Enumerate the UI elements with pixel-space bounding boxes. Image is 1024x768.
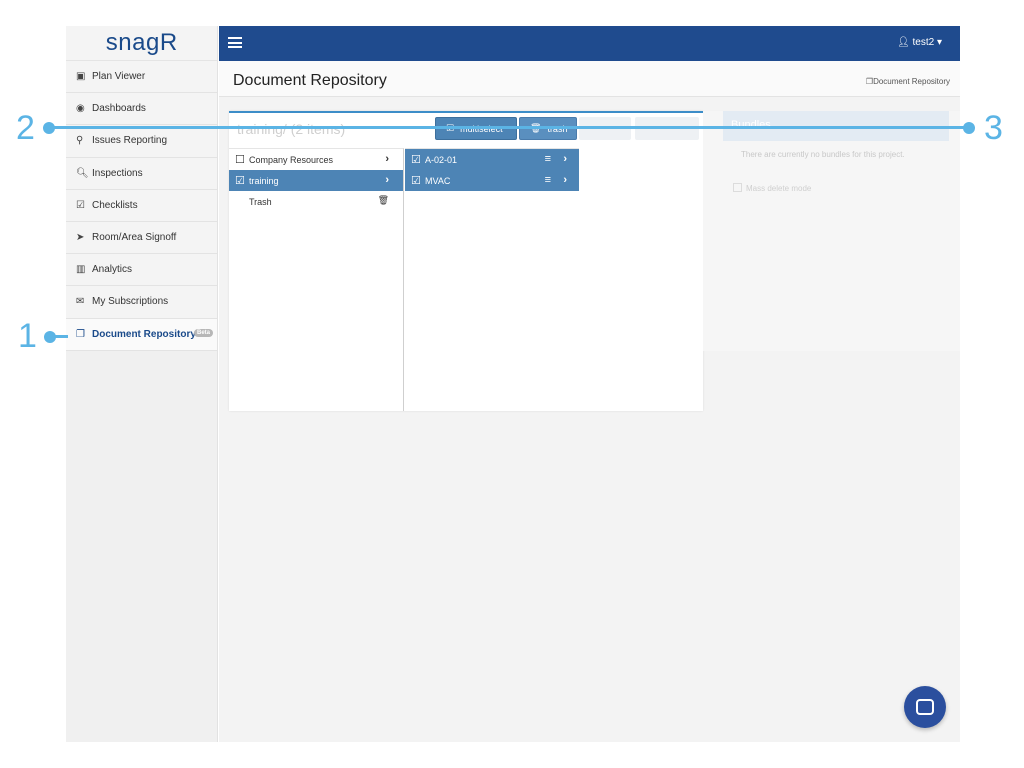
annotation-line-2 — [49, 126, 575, 129]
location-arrow-icon: ➤ — [76, 232, 85, 244]
chat-icon — [916, 699, 934, 715]
sidebar-item-label: Plan Viewer — [92, 71, 146, 83]
chevron-right-icon[interactable]: › — [385, 174, 389, 186]
file-label: MVAC — [425, 175, 451, 186]
sidebar-item-label: Dashboards — [92, 103, 146, 115]
file-list: ☑ A-02-01 ≡ › ☑ MVAC ≡ › — [405, 148, 579, 191]
folder-label: Company Resources — [249, 154, 334, 165]
envelope-icon: ✉ — [76, 296, 85, 308]
snagr-logo[interactable]: snag R — [66, 26, 217, 61]
sidebar: snag R ▣ Plan Viewer ◉ Dashboards ⚲ Issue… — [66, 26, 218, 742]
folder-trash[interactable]: Trash 🗑︎ — [229, 191, 403, 212]
page-header: Document Repository ❐Document Repository — [219, 61, 960, 97]
page-title: Document Repository — [233, 72, 387, 89]
sidebar-item-label: Analytics — [92, 264, 133, 276]
file-row[interactable]: ☑ MVAC ≡ › — [405, 170, 579, 191]
user-menu[interactable]: 👤︎ test2 ▾ — [897, 37, 942, 48]
dashboard-icon: ◉ — [76, 103, 85, 115]
chevron-right-icon[interactable]: › — [563, 153, 567, 165]
repository-panel: training/ (2 items) ☑ multiselect 🗑︎ tra… — [229, 111, 703, 411]
checked-box-icon[interactable]: ☑ — [235, 174, 249, 187]
folder-path-title: training/ (2 items) — [237, 121, 346, 137]
sidebar-item-inspections[interactable]: 🔍︎ Inspections — [66, 157, 217, 190]
breadcrumb[interactable]: ❐Document Repository — [866, 77, 950, 86]
checkbox-icon: ☑ — [76, 199, 85, 211]
sidebar-item-label: My Subscriptions — [92, 296, 169, 308]
chevron-right-icon[interactable]: › — [563, 174, 567, 186]
sidebar-item-label: Checklists — [92, 199, 138, 211]
logo-r: R — [159, 29, 178, 56]
sidebar-item-label: Issues Reporting — [92, 135, 168, 147]
bundles-panel: Bundles There are currently no bundles f… — [703, 111, 960, 351]
sidebar-item-plan-viewer[interactable]: ▣ Plan Viewer — [66, 61, 217, 94]
sidebar-item-document-repository[interactable]: ❐ Document Repository Beta — [66, 318, 217, 351]
checked-box-icon[interactable]: ☑ — [411, 153, 425, 166]
menu-lines-icon[interactable]: ≡ — [545, 153, 551, 165]
unchecked-box-icon[interactable]: ☐ — [235, 153, 249, 166]
sidebar-item-my-subscriptions[interactable]: ✉ My Subscriptions — [66, 286, 217, 319]
sidebar-item-issues-reporting[interactable]: ⚲ Issues Reporting — [66, 125, 217, 158]
sidebar-item-label: Room/Area Signoff — [92, 232, 177, 244]
bar-chart-icon: ▥ — [76, 264, 86, 276]
folder-company-resources[interactable]: ☐ Company Resources › — [229, 149, 403, 170]
checked-box-icon[interactable]: ☑ — [411, 174, 425, 187]
trash-icon: 🗑︎ — [377, 195, 389, 205]
annotation-number-3: 3 — [984, 109, 1003, 147]
annotation-dot-3 — [963, 122, 975, 134]
checkbox-icon[interactable] — [733, 183, 742, 192]
folder-label: training — [249, 175, 279, 186]
folder-tree: ☐ Company Resources › ☑ training › Trash… — [229, 148, 404, 411]
sidebar-item-checklists[interactable]: ☑ Checklists — [66, 189, 217, 222]
app-screen: snag R ▣ Plan Viewer ◉ Dashboards ⚲ Issue… — [0, 0, 1024, 768]
top-navbar: 👤︎ test2 ▾ — [219, 26, 960, 61]
mass-delete-label: Mass delete mode — [746, 184, 812, 193]
folder-label: Trash — [249, 196, 272, 207]
chevron-right-icon[interactable]: › — [385, 153, 389, 165]
user-name: test2 — [912, 37, 935, 48]
copy-icon: ❐ — [76, 328, 85, 340]
main-content: Document Repository ❐Document Repository… — [219, 61, 960, 742]
map-marker-icon: ⚲ — [76, 135, 84, 147]
menu-lines-icon[interactable]: ≡ — [545, 174, 551, 186]
sidebar-item-room-area-signoff[interactable]: ➤ Room/Area Signoff — [66, 221, 217, 255]
beta-badge: Beta — [193, 328, 213, 337]
hamburger-menu-icon[interactable] — [228, 37, 242, 48]
breadcrumb-label: Document Repository — [873, 77, 950, 86]
copy-icon: ❐ — [865, 77, 874, 86]
file-row[interactable]: ☑ A-02-01 ≡ › — [405, 149, 579, 170]
bundles-empty-text: There are currently no bundles for this … — [741, 150, 905, 159]
chat-launcher-button[interactable] — [904, 686, 946, 728]
bundles-title: Bundles — [731, 119, 771, 131]
folder-training[interactable]: ☑ training › — [229, 170, 403, 191]
file-label: A-02-01 — [425, 154, 458, 165]
sidebar-item-dashboards[interactable]: ◉ Dashboards — [66, 93, 217, 126]
annotation-number-2: 2 — [16, 109, 35, 147]
search-icon: 🔍︎ — [76, 167, 89, 179]
sidebar-item-label: Document Repository — [92, 328, 196, 340]
annotation-line-3 — [575, 126, 969, 129]
caret-down-icon: ▾ — [936, 37, 942, 48]
user-icon: 👤︎ — [897, 37, 910, 48]
image-icon: ▣ — [76, 71, 86, 83]
annotation-line-1 — [50, 335, 68, 338]
sidebar-item-analytics[interactable]: ▥ Analytics — [66, 254, 217, 287]
annotation-number-1: 1 — [18, 317, 37, 355]
sidebar-item-label: Inspections — [92, 167, 143, 179]
mass-delete-toggle[interactable]: Mass delete mode — [733, 183, 811, 193]
logo-text: snag — [105, 29, 160, 56]
